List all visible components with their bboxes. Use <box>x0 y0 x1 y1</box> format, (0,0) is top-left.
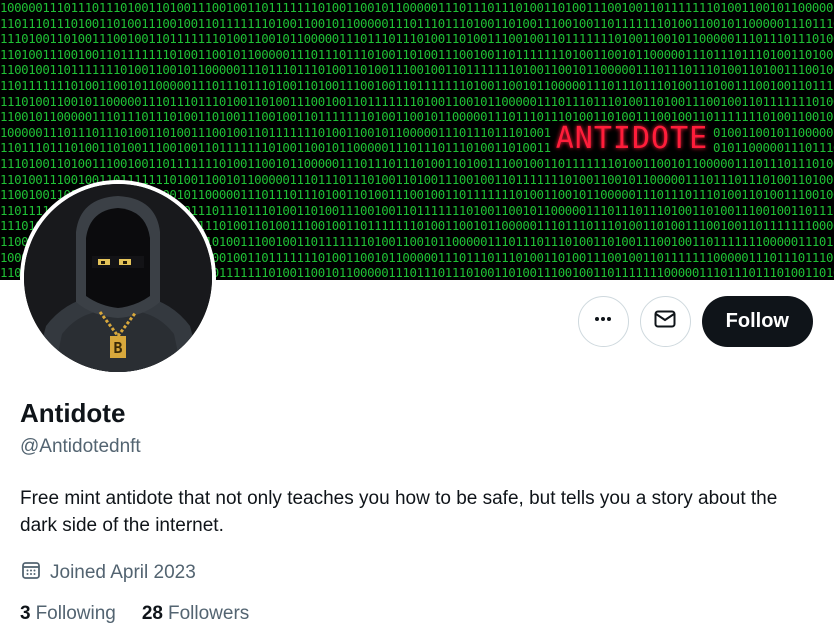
binary-code-row: 1101110111010011010011100100110111111101… <box>0 15 834 31</box>
profile-bio: Free mint antidote that not only teaches… <box>20 488 778 536</box>
message-button[interactable] <box>639 296 691 347</box>
user-handle: @Antidotednft <box>20 436 141 457</box>
binary-code-row: 1101001110010011011111110100110010110000… <box>0 46 834 62</box>
binary-code-row: 1000001110111011101001101001110010011011… <box>0 0 834 15</box>
binary-code-row: 1110100110010110000011101110111010011010… <box>0 93 834 109</box>
avatar[interactable]: B <box>20 180 216 376</box>
binary-code-row: 1110100110100111001001101111111010011001… <box>0 31 834 47</box>
followers-label: Followers <box>167 603 250 624</box>
envelope-icon <box>653 307 677 336</box>
joined-text: Joined April 2023 <box>50 562 196 583</box>
joined-date: Joined April 2023 <box>20 559 196 587</box>
followers-link[interactable]: 28 Followers <box>142 603 249 625</box>
following-count: 3 <box>20 603 31 624</box>
binary-code-row: 1100100110111111101001100101100000111011… <box>0 62 834 78</box>
more-button[interactable] <box>577 296 629 347</box>
followers-count: 28 <box>141 603 163 624</box>
calendar-icon <box>20 559 42 587</box>
binary-code-row: 1110100110100111001001101111111010011001… <box>0 155 834 171</box>
pendant-letter: B <box>113 339 122 357</box>
banner-title: ANTIDOTE <box>551 122 713 156</box>
following-link[interactable]: 3 Following <box>20 603 116 625</box>
binary-code-row: 1101111111010011001011000001110111011101… <box>0 77 834 93</box>
follow-stats: 3 Following 28 Followers <box>20 603 249 625</box>
hooded-figure-image: B <box>24 184 212 372</box>
profile-actions: Follow <box>577 296 813 347</box>
avatar-image: B <box>24 184 212 372</box>
following-label: Following <box>35 603 116 624</box>
follow-button[interactable]: Follow <box>701 296 813 347</box>
display-name: Antidote <box>20 398 126 428</box>
more-dots-icon <box>593 309 613 334</box>
